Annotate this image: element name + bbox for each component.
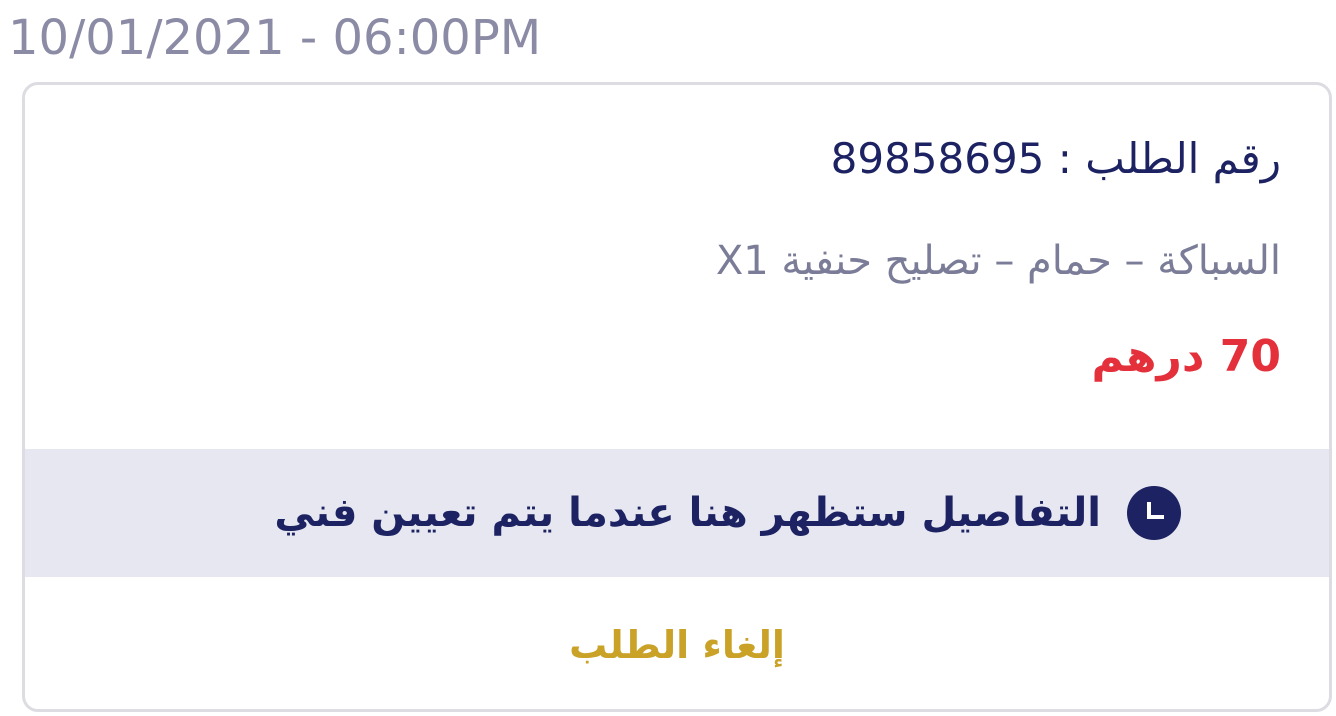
order-number-line: رقم الطلب : 89858695 xyxy=(65,129,1281,189)
price-currency: درهم xyxy=(1091,331,1205,382)
clock-icon xyxy=(1127,486,1181,540)
price-value: 70 xyxy=(1219,331,1281,382)
cancel-order-button[interactable]: إلغاء الطلب xyxy=(25,615,1329,675)
order-timestamp: 10/01/2021 - 06:00PM xyxy=(8,10,542,66)
order-number-label: رقم الطلب : xyxy=(1057,134,1281,183)
order-price: 70 درهم xyxy=(65,327,1281,387)
technician-pending-text: التفاصيل ستظهر هنا عندما يتم تعيين فني xyxy=(274,490,1101,536)
order-card: رقم الطلب : 89858695 السباكة – حمام – تص… xyxy=(22,82,1332,712)
order-service-description: السباكة – حمام – تصليح حنفية X1 xyxy=(715,238,1281,284)
order-number-value: 89858695 xyxy=(830,134,1045,183)
technician-pending-banner: التفاصيل ستظهر هنا عندما يتم تعيين فني xyxy=(25,449,1329,577)
